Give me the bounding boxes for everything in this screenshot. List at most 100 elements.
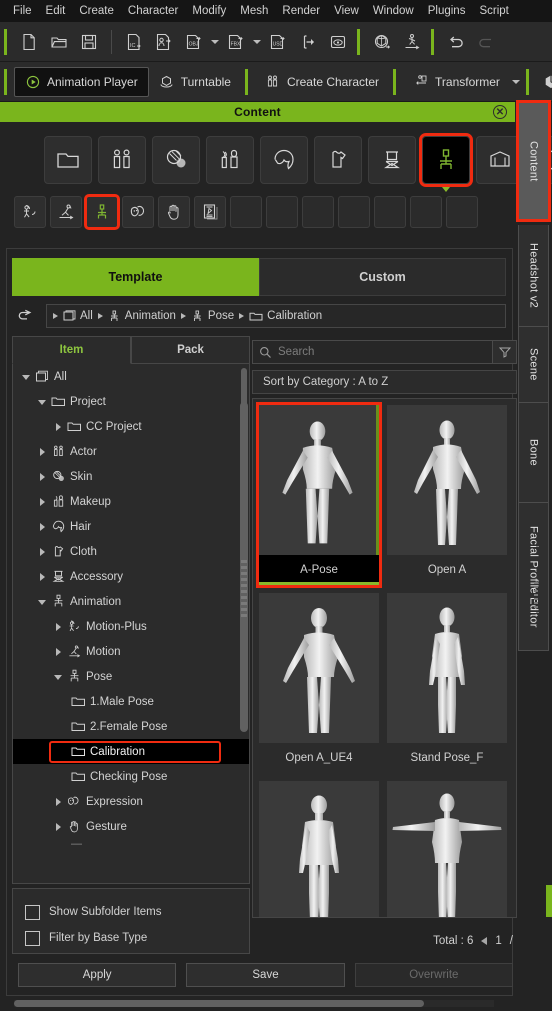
tree-node-pose[interactable]: Pose [13, 664, 249, 689]
save-button[interactable]: Save [186, 963, 345, 987]
tree-node-male-pose[interactable]: 1.Male Pose [13, 689, 249, 714]
menu-item-mesh[interactable]: Mesh [233, 0, 275, 22]
twisty-closed-icon[interactable] [51, 414, 65, 439]
tab-turntable[interactable]: Turntable [149, 67, 241, 97]
option-filter-by-base-type[interactable]: Filter by Base Type [25, 925, 249, 951]
breadcrumb-arrow-1[interactable] [97, 313, 103, 319]
menu-item-create[interactable]: Create [72, 0, 121, 22]
tab-item[interactable]: Item [12, 336, 131, 364]
twisty-open-icon[interactable] [35, 389, 49, 414]
motion-run-icon[interactable] [397, 27, 427, 57]
breadcrumb-item-animation[interactable]: Animation [108, 310, 176, 323]
grid-item-stand-pose-f[interactable]: Stand Pose_F [387, 593, 507, 773]
menu-item-modify[interactable]: Modify [185, 0, 233, 22]
menu-item-window[interactable]: Window [366, 0, 421, 22]
export-obj-icon[interactable]: OBJ [179, 27, 209, 57]
grid-item-open-a[interactable]: Open A [387, 405, 507, 585]
tree-node-hair[interactable]: Hair [13, 514, 249, 539]
category-makeup-icon[interactable] [206, 136, 254, 184]
tab-transformer[interactable]: Transformer [403, 67, 510, 97]
breadcrumb-arrow-0[interactable] [53, 313, 58, 319]
redo-icon[interactable] [471, 27, 501, 57]
apply-button[interactable]: Apply [18, 963, 177, 987]
tree-node-makeup[interactable]: Makeup [13, 489, 249, 514]
back-arrow-icon[interactable] [12, 305, 38, 327]
dock-tab-scene[interactable]: Scene [518, 327, 549, 403]
transform-globe-icon[interactable] [367, 27, 397, 57]
tree-node-all[interactable]: All [13, 364, 249, 389]
twisty-closed-icon[interactable] [35, 439, 49, 464]
sort-selector[interactable]: Sort by Category : A to Z [252, 370, 517, 394]
tree-node-skin[interactable]: Skin [13, 464, 249, 489]
twisty-closed-icon[interactable] [51, 789, 65, 814]
menu-item-render[interactable]: Render [275, 0, 327, 22]
breadcrumb-item-all[interactable]: All [63, 309, 93, 323]
twisty-closed-icon[interactable] [35, 539, 49, 564]
breadcrumb-arrow-2[interactable] [180, 313, 186, 319]
undo-icon[interactable] [441, 27, 471, 57]
grid-item-open-a-ue4[interactable]: Open A_UE4 [259, 593, 379, 773]
category-accessory-icon[interactable] [368, 136, 416, 184]
tab-template[interactable]: Template [12, 258, 259, 296]
export-arrow-icon[interactable] [293, 27, 323, 57]
subcategory-script-icon[interactable] [194, 196, 226, 228]
subcategory-pose-icon[interactable] [84, 194, 120, 230]
grid-item-t-pose[interactable]: T-Pose [387, 781, 507, 917]
tree-node-female-pose[interactable]: 2.Female Pose [13, 714, 249, 739]
import-character-icon[interactable] [149, 27, 179, 57]
close-icon[interactable]: ✕ [493, 105, 507, 119]
menu-item-view[interactable]: View [327, 0, 366, 22]
twisty-open-icon[interactable] [51, 664, 65, 689]
dock-tab-content[interactable]: Content [516, 100, 551, 222]
twisty-open-icon[interactable] [35, 589, 49, 614]
open-folder-icon[interactable] [44, 27, 74, 57]
menu-item-character[interactable]: Character [121, 0, 186, 22]
previous-page-icon[interactable] [481, 937, 488, 945]
tab-create-character[interactable]: Create Character [255, 67, 389, 97]
subcategory-empty-slot-4[interactable] [338, 196, 370, 228]
category-tree[interactable]: All Project CC Project Actor Skin Makeup… [12, 364, 250, 884]
menu-item-edit[interactable]: Edit [39, 0, 73, 22]
twisty-closed-icon[interactable] [51, 639, 65, 664]
import-ic-icon[interactable]: IC [119, 27, 149, 57]
dock-tab-headshot-v2[interactable]: Headshot v2 [518, 225, 549, 327]
breadcrumb-item-calibration[interactable]: Calibration [249, 310, 322, 322]
grid-item-stand-pose-m[interactable]: Stand Pose_M [259, 781, 379, 917]
category-cloth-icon[interactable] [314, 136, 362, 184]
grid-item-a-pose[interactable]: A-Pose [256, 402, 382, 588]
option-show-subfolder-items[interactable]: Show Subfolder Items [25, 899, 249, 925]
export-fbx-dropdown-icon[interactable] [251, 27, 263, 57]
twisty-open-icon[interactable] [19, 364, 33, 389]
tree-node-accessory[interactable]: Accessory [13, 564, 249, 589]
menu-item-plugins[interactable]: Plugins [421, 0, 473, 22]
tree-node-motion[interactable]: Motion [13, 639, 249, 664]
tree-node-animation[interactable]: Animation [13, 589, 249, 614]
tree-node-actor[interactable]: Actor [13, 439, 249, 464]
preview-eye-icon[interactable] [323, 27, 353, 57]
category-actor-icon[interactable] [98, 136, 146, 184]
category-skin-icon[interactable] [152, 136, 200, 184]
breadcrumb[interactable]: All Animation Pose Calibration [46, 304, 506, 328]
tree-node-calibration[interactable]: Calibration [13, 739, 249, 764]
twisty-closed-icon[interactable] [51, 614, 65, 639]
tab-custom[interactable]: Custom [259, 258, 506, 296]
dock-resize-grip[interactable] [534, 582, 539, 610]
twisty-closed-icon[interactable] [51, 814, 65, 839]
new-file-icon[interactable] [14, 27, 44, 57]
tab-pack[interactable]: Pack [131, 336, 250, 364]
subcategory-empty-slot-7[interactable] [446, 196, 478, 228]
category-stage-icon[interactable] [476, 136, 524, 184]
search-input[interactable]: Search [252, 340, 493, 364]
twisty-closed-icon[interactable] [35, 514, 49, 539]
subcategory-empty-slot-3[interactable] [302, 196, 334, 228]
tab-animation-player[interactable]: Animation Player [14, 66, 149, 97]
panel-splitter-grip[interactable] [241, 560, 247, 620]
tree-node-project[interactable]: Project [13, 389, 249, 414]
show-subfolder-items-checkbox[interactable] [25, 904, 40, 920]
tree-node-checking-pose[interactable]: Checking Pose [13, 764, 249, 789]
subcategory-expression-icon[interactable] [122, 196, 154, 228]
twisty-closed-icon[interactable] [35, 564, 49, 589]
category-hair-icon[interactable] [260, 136, 308, 184]
subcategory-gesture-icon[interactable] [158, 196, 190, 228]
filter-by-base-type-checkbox[interactable] [25, 930, 40, 946]
